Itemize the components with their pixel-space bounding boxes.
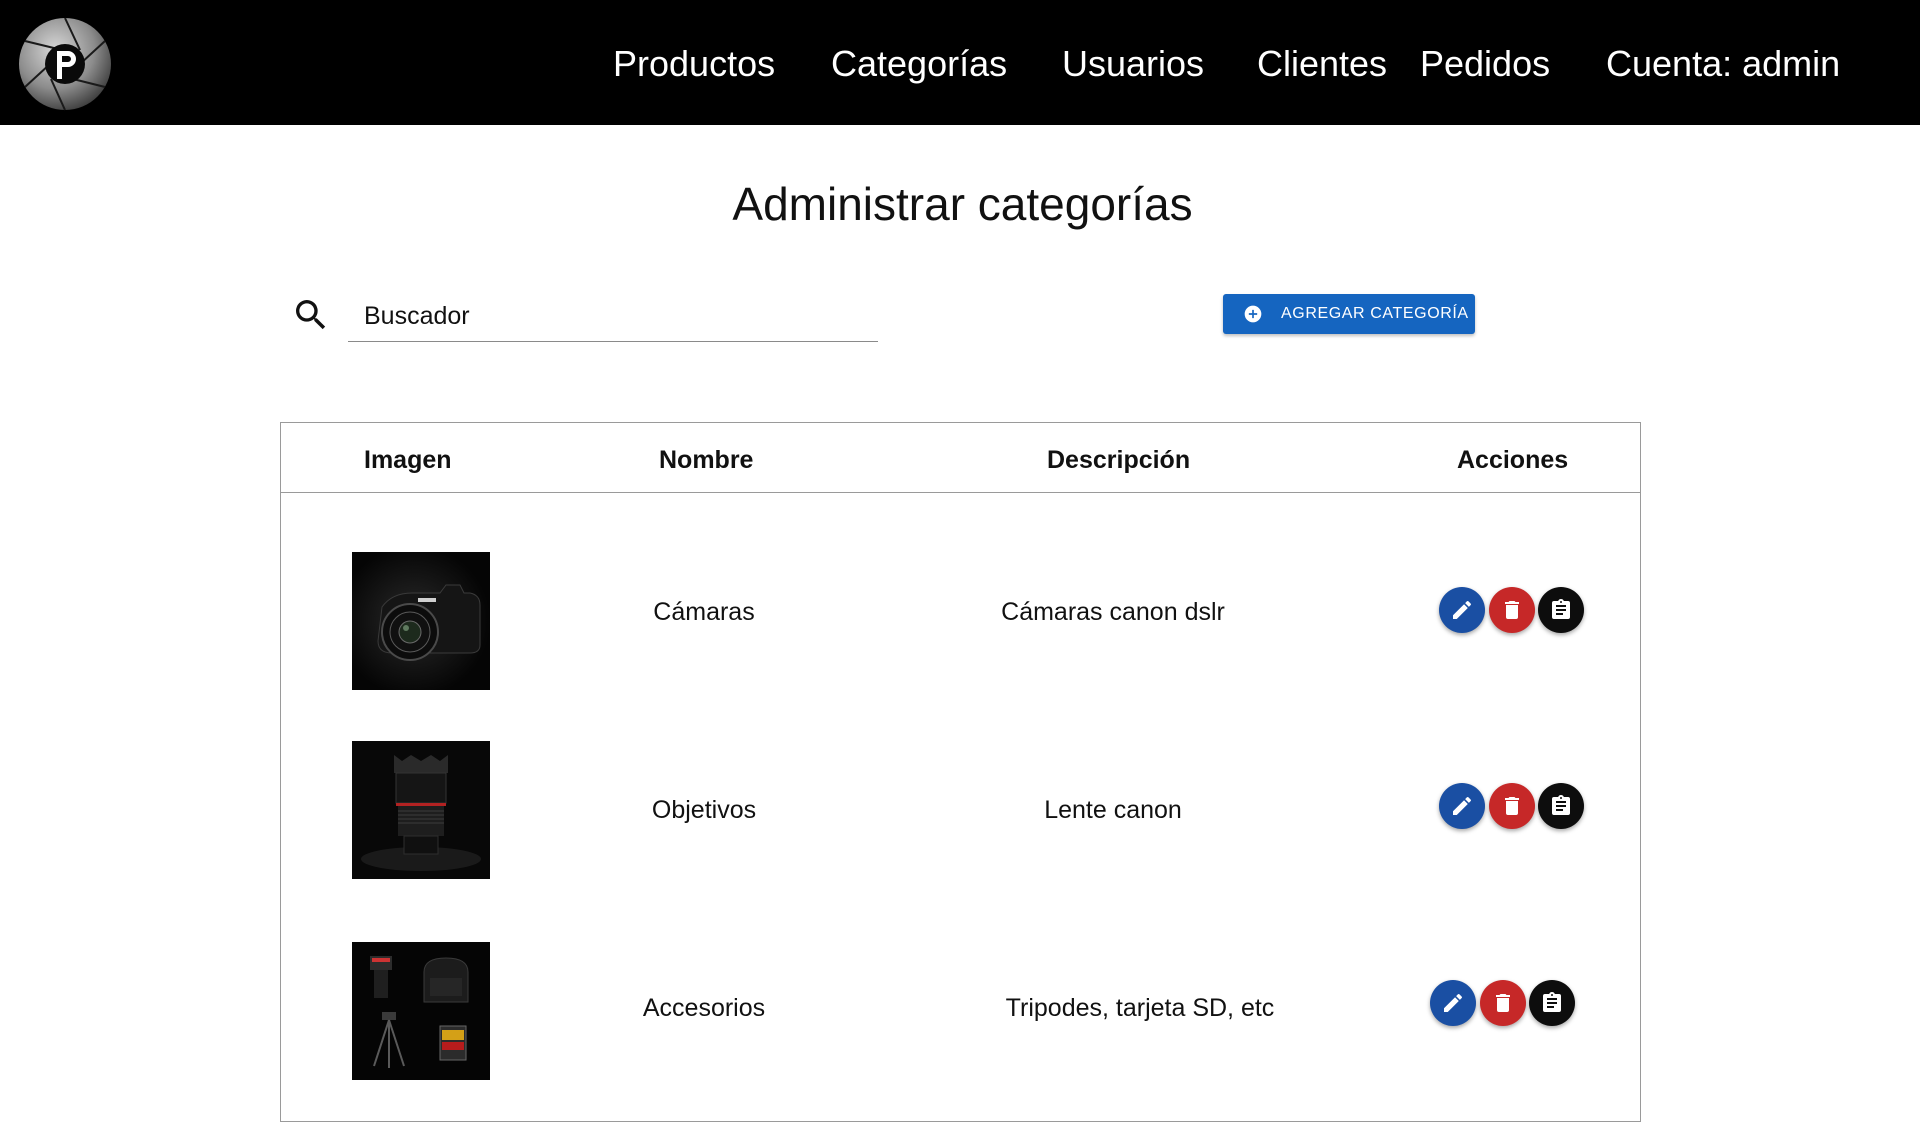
category-name: Cámaras xyxy=(653,598,755,626)
nav-categorias[interactable]: Categorías xyxy=(831,42,1007,86)
delete-button[interactable] xyxy=(1489,783,1535,829)
aperture-logo[interactable] xyxy=(18,17,112,111)
pencil-icon xyxy=(1453,600,1472,619)
column-header-imagen: Imagen xyxy=(364,446,452,474)
category-name: Objetivos xyxy=(651,796,757,824)
category-image-accesorios xyxy=(352,942,490,1080)
category-name: Accesorios xyxy=(642,994,766,1022)
detail-button[interactable] xyxy=(1529,980,1575,1026)
trash-icon xyxy=(1505,601,1519,619)
edit-button[interactable] xyxy=(1430,980,1476,1026)
clipboard-icon xyxy=(1552,599,1570,619)
search-icon xyxy=(296,300,326,330)
trash-icon xyxy=(1505,797,1519,815)
page-title: Administrar categorías xyxy=(732,178,1193,230)
pencil-icon xyxy=(1453,796,1472,815)
detail-button[interactable] xyxy=(1538,587,1584,633)
edit-button[interactable] xyxy=(1439,783,1485,829)
clipboard-icon xyxy=(1543,992,1561,1012)
edit-button[interactable] xyxy=(1439,587,1485,633)
nav-productos[interactable]: Productos xyxy=(613,42,775,86)
clipboard-icon xyxy=(1552,795,1570,815)
add-category-button[interactable]: AGREGAR CATEGORÍA xyxy=(1223,294,1475,334)
nav-usuarios[interactable]: Usuarios xyxy=(1062,42,1204,86)
category-description: Lente canon xyxy=(1044,796,1182,824)
category-description: Cámaras canon dslr xyxy=(1001,598,1225,626)
column-header-nombre: Nombre xyxy=(659,446,754,474)
add-category-label: AGREGAR CATEGORÍA xyxy=(1281,305,1469,322)
category-image-objetivos xyxy=(352,741,490,879)
column-header-acciones: Acciones xyxy=(1457,446,1569,474)
category-image-camaras xyxy=(352,552,490,690)
delete-button[interactable] xyxy=(1480,980,1526,1026)
table-header-divider xyxy=(280,492,1641,493)
search-input[interactable] xyxy=(348,292,878,342)
plus-circle-icon xyxy=(1244,305,1262,323)
column-header-descripcion: Descripción xyxy=(1047,446,1191,474)
category-description: Tripodes, tarjeta SD, etc xyxy=(1005,994,1275,1022)
delete-button[interactable] xyxy=(1489,587,1535,633)
top-navbar: Productos Categorías Usuarios Clientes P… xyxy=(0,0,1920,125)
nav-clientes[interactable]: Clientes xyxy=(1257,42,1387,86)
pencil-icon xyxy=(1444,993,1463,1012)
detail-button[interactable] xyxy=(1538,783,1584,829)
nav-pedidos[interactable]: Pedidos xyxy=(1420,42,1550,86)
trash-icon xyxy=(1496,994,1510,1012)
nav-account[interactable]: Cuenta: admin xyxy=(1606,42,1840,86)
